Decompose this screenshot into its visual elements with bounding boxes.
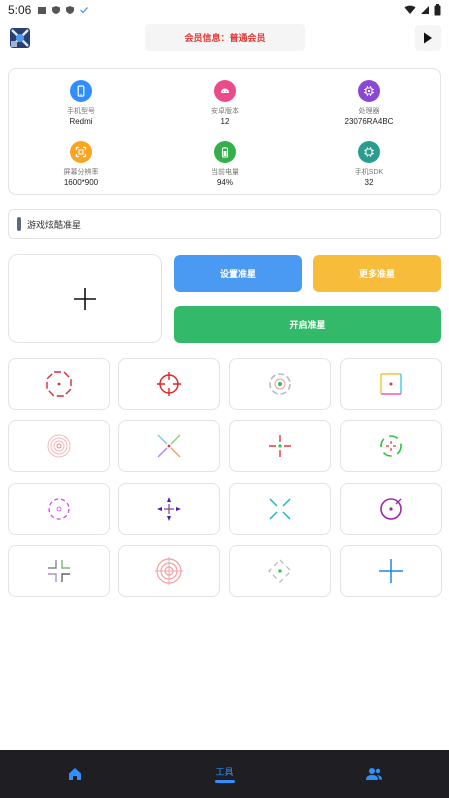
- crosshair-option-11[interactable]: [229, 483, 331, 535]
- screen-icon: [70, 141, 92, 163]
- info-item-resolution: 屏幕分辨率 1600*900: [16, 141, 146, 187]
- info-item-android: 安卓版本 12: [160, 80, 290, 126]
- info-item-model: 手机型号 Redmi: [16, 80, 146, 126]
- home-icon: [68, 768, 81, 780]
- plus-icon: [74, 287, 96, 310]
- crosshair-pink-target-icon: [155, 557, 183, 585]
- shield-icon: [66, 6, 75, 14]
- android-icon: [214, 80, 236, 102]
- crosshair-option-6[interactable]: [118, 420, 220, 472]
- status-time: 5:06: [8, 3, 32, 17]
- notification-icon: [38, 7, 47, 14]
- play-button[interactable]: [415, 25, 441, 51]
- crosshair-option-10[interactable]: [118, 483, 220, 535]
- wifi-icon: [404, 5, 416, 14]
- info-value: 32: [364, 178, 374, 187]
- device-info-card: 手机型号 Redmi 安卓版本 12 处理器 23076RA4BC 屏幕分辨率 …: [8, 68, 441, 195]
- crosshair-green-bracket-icon: [380, 435, 402, 457]
- cpu-icon: [358, 80, 380, 102]
- info-label: 处理器: [358, 108, 380, 115]
- crosshair-multicolor-x-icon: [157, 434, 181, 458]
- crosshair-option-15[interactable]: [229, 545, 331, 597]
- nav-active-indicator: [214, 780, 235, 783]
- top-bar: 会员信息：普通会员: [0, 24, 449, 54]
- status-bar: 5:06: [0, 0, 449, 20]
- chip-icon: [358, 141, 380, 163]
- play-icon: [424, 32, 432, 44]
- set-crosshair-button[interactable]: 设置准星: [174, 255, 302, 292]
- shield-icon: [52, 6, 61, 14]
- crosshair-blue-plus-icon: [379, 559, 403, 583]
- crosshair-preview[interactable]: [8, 254, 162, 343]
- member-info: 会员信息：普通会员: [145, 24, 305, 51]
- crosshair-red-scope-icon: [157, 372, 181, 396]
- phone-icon: [70, 80, 92, 102]
- users-icon: [366, 768, 383, 780]
- nav-tools-label: 工具: [215, 767, 234, 777]
- info-label: 手机型号: [67, 108, 95, 115]
- section-header: 游戏炫酷准星: [8, 209, 441, 239]
- crosshair-purple-circle-icon: [380, 498, 402, 520]
- section-title: 游戏炫酷准星: [27, 219, 82, 230]
- nav-home[interactable]: [0, 750, 150, 798]
- bottom-navigation: 工具: [0, 750, 449, 798]
- crosshair-option-4[interactable]: [340, 358, 442, 410]
- open-crosshair-button[interactable]: 开启准星: [174, 306, 441, 343]
- crosshair-multicolor-corners-icon: [48, 560, 70, 582]
- crosshair-red-cross-dot-icon: [269, 435, 291, 457]
- crosshair-magenta-dashed-icon: [48, 498, 70, 520]
- info-value: 94%: [216, 178, 233, 187]
- crosshair-red-octagon-icon: [46, 371, 72, 397]
- info-value: Redmi: [69, 117, 93, 126]
- info-label: 手机SDK: [354, 169, 384, 176]
- crosshair-purple-diamond-icon: [157, 497, 181, 521]
- info-item-battery: 当前电量 94%: [160, 141, 290, 187]
- app-logo: [8, 26, 32, 50]
- crosshair-option-1[interactable]: [8, 358, 110, 410]
- check-icon: [80, 7, 89, 14]
- info-value: 23076RA4BC: [344, 117, 394, 126]
- app-logo-icon: [10, 28, 30, 48]
- battery-status-icon: [434, 4, 441, 16]
- info-value: 12: [220, 117, 230, 126]
- crosshair-option-9[interactable]: [8, 483, 110, 535]
- crosshair-option-8[interactable]: [340, 420, 442, 472]
- battery-icon: [214, 141, 236, 163]
- crosshair-option-16[interactable]: [340, 545, 442, 597]
- info-label: 当前电量: [211, 169, 239, 176]
- info-item-cpu: 处理器 23076RA4BC: [304, 80, 434, 126]
- crosshair-cyan-x-icon: [269, 498, 291, 520]
- crosshair-pink-rings-icon: [47, 434, 71, 458]
- crosshair-option-2[interactable]: [118, 358, 220, 410]
- signal-icon: [421, 6, 429, 14]
- more-crosshair-button[interactable]: 更多准星: [313, 255, 441, 292]
- info-value: 1600*900: [63, 178, 99, 187]
- crosshair-option-5[interactable]: [8, 420, 110, 472]
- info-item-sdk: 手机SDK 32: [304, 141, 434, 187]
- info-label: 屏幕分辨率: [63, 169, 99, 176]
- nav-users[interactable]: [299, 750, 449, 798]
- crosshair-option-7[interactable]: [229, 420, 331, 472]
- nav-tools[interactable]: 工具: [150, 750, 300, 798]
- crosshair-gray-dashed-green-icon: [268, 559, 292, 583]
- crosshair-option-12[interactable]: [340, 483, 442, 535]
- info-label: 安卓版本: [211, 108, 239, 115]
- section-accent: [17, 217, 21, 231]
- crosshair-option-3[interactable]: [229, 358, 331, 410]
- crosshair-option-14[interactable]: [118, 545, 220, 597]
- crosshair-rainbow-square-icon: [380, 373, 402, 395]
- crosshair-option-13[interactable]: [8, 545, 110, 597]
- crosshair-gray-green-dot-icon: [269, 373, 291, 395]
